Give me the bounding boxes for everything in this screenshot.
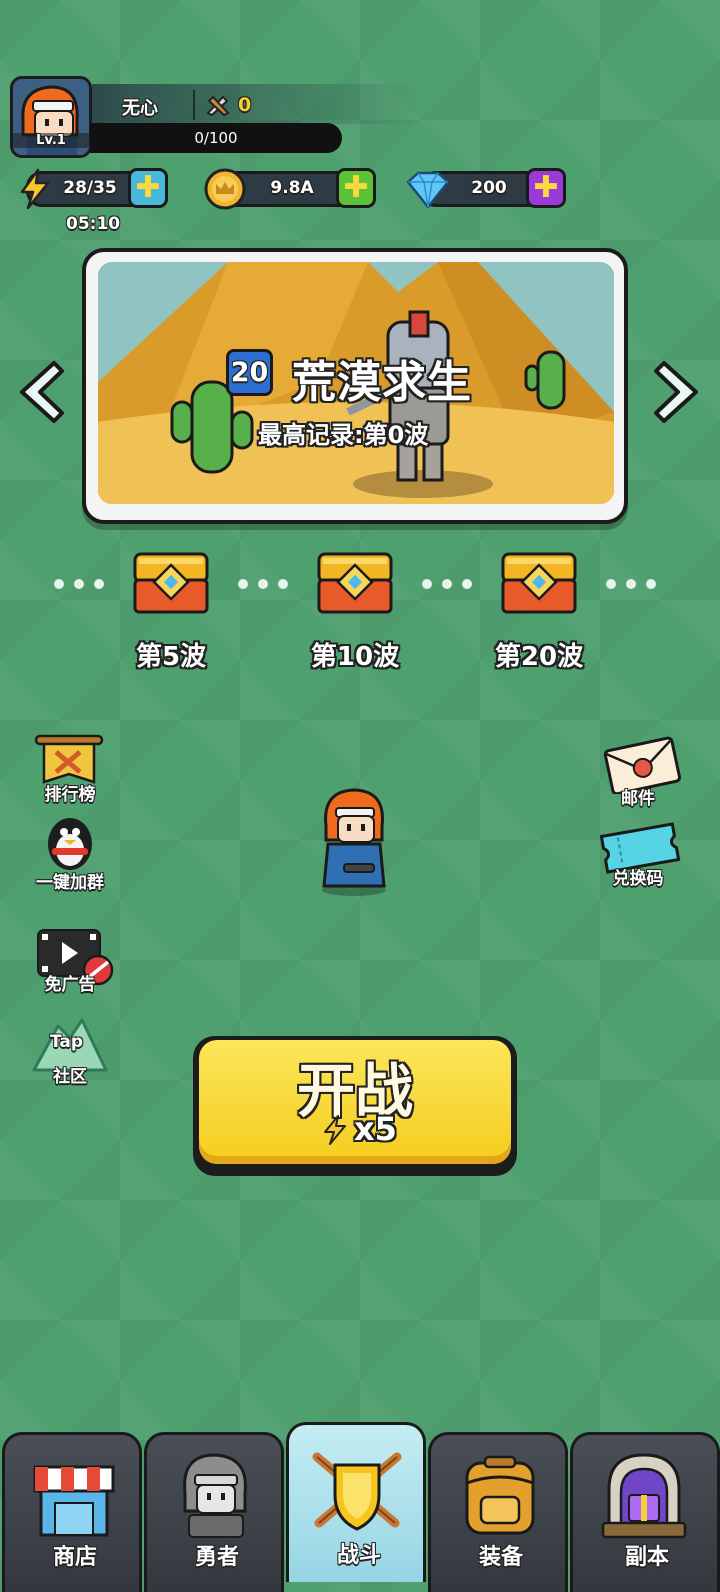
progress-dot (74, 579, 84, 589)
progress-dot (258, 579, 268, 589)
diamond-icon (406, 171, 450, 209)
plus-icon: ✚ (343, 170, 369, 205)
ranking-label: 排行榜 (44, 785, 96, 805)
add-gems-button[interactable]: ✚ (526, 168, 566, 208)
mail-button[interactable]: 邮件 (592, 734, 692, 809)
battle-energy-cost: x5 (354, 1110, 397, 1148)
treasure-chest-icon[interactable] (315, 546, 395, 618)
redeem-code-button[interactable]: 兑换码 (592, 820, 692, 892)
treasure-chest-icon[interactable] (131, 546, 211, 618)
redeem-code-label: 兑换码 (612, 869, 664, 889)
energy-timer: 05:10 (66, 214, 121, 234)
hero-character-icon (322, 788, 386, 896)
tab-label: 副本 (624, 1545, 669, 1570)
wave-reward-label: 第20波 (494, 642, 584, 672)
combat-power-value: 0 (238, 94, 252, 116)
progress-dot (606, 579, 616, 589)
tab-label: 商店 (52, 1545, 97, 1570)
progress-dot (626, 579, 636, 589)
add-energy-button[interactable]: ✚ (128, 168, 168, 208)
progress-dot (442, 579, 452, 589)
shop-icon (33, 1465, 115, 1537)
progress-dot (54, 579, 64, 589)
plus-icon: ✚ (135, 170, 161, 205)
plus-icon: ✚ (533, 170, 559, 205)
divider (193, 90, 195, 120)
backpack-icon (465, 1455, 535, 1535)
gold-coin-icon (204, 168, 246, 210)
add-gold-button[interactable]: ✚ (336, 168, 376, 208)
player-level: Lv.1 (13, 133, 89, 148)
prev-stage-arrow-icon[interactable] (14, 357, 66, 427)
ranking-button[interactable]: 排行榜 (20, 732, 120, 805)
wave-reward-label: 第5波 (135, 642, 207, 672)
progress-dot (278, 579, 288, 589)
treasure-chest-icon[interactable] (499, 546, 579, 618)
tap-logo: Tap (50, 1032, 84, 1052)
community-button[interactable]: Tap 社区 (20, 1016, 120, 1088)
combat-power-icon (206, 95, 230, 117)
tab-shop[interactable]: 商店 (2, 1432, 142, 1592)
player-avatar[interactable]: Lv.1 (10, 76, 92, 158)
progress-dot (462, 579, 472, 589)
lightning-icon (20, 168, 50, 210)
next-stage-arrow-icon[interactable] (652, 357, 704, 427)
join-group-button[interactable]: 一键加群 (20, 812, 120, 893)
battle-icon (312, 1452, 402, 1531)
qq-penguin-icon (48, 818, 92, 870)
exp-text: 0/100 (194, 129, 238, 147)
stage-best-record: 最高记录:第0波 (258, 421, 429, 449)
tab-hero[interactable]: 勇者 (144, 1432, 284, 1592)
stage-title: 荒漠求生 (292, 357, 472, 408)
progress-dot (646, 579, 656, 589)
progress-dot (238, 579, 248, 589)
mail-label: 邮件 (621, 789, 655, 809)
energy-value: 28/35 (63, 178, 117, 198)
wave-reward-label: 第10波 (310, 642, 400, 672)
tab-label: 战斗 (336, 1543, 381, 1568)
lightning-icon (324, 1115, 346, 1145)
progress-dot (422, 579, 432, 589)
gem-value: 200 (471, 178, 507, 198)
player-name: 无心 (122, 98, 158, 119)
progress-dot (94, 579, 104, 589)
stage-number-badge: 20 (226, 349, 273, 396)
tab-equipment[interactable]: 装备 (428, 1432, 568, 1592)
tab-label: 装备 (478, 1545, 523, 1570)
dungeon-icon (601, 1453, 687, 1539)
tab-dungeon[interactable]: 副本 (570, 1432, 720, 1592)
community-label: 社区 (53, 1067, 87, 1087)
join-group-label: 一键加群 (36, 873, 104, 893)
hero-icon (183, 1453, 247, 1538)
no-ads-label: 免广告 (44, 975, 96, 995)
no-ads-button[interactable]: 免广告 (20, 926, 120, 998)
gold-value: 9.8A (270, 178, 314, 198)
tab-label: 勇者 (194, 1545, 239, 1570)
tab-battle[interactable]: 战斗 (286, 1422, 426, 1582)
